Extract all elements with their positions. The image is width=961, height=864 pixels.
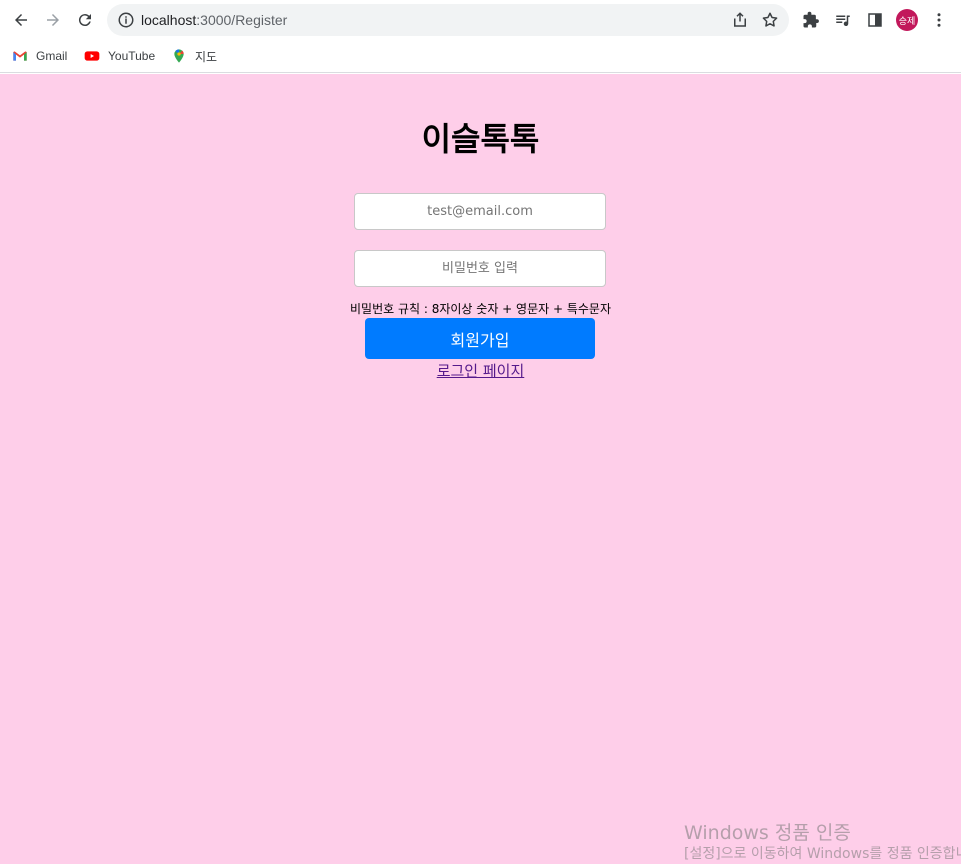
password-rule-text: 비밀번호 규칙 : 8자이상 숫자 + 영문자 + 특수문자 [349, 302, 612, 316]
puzzle-icon [803, 11, 819, 28]
browser-toolbar: localhost:3000/Register 승제 [0, 0, 961, 40]
bookmark-label: Gmail [36, 49, 68, 63]
page-title: 이슬톡톡 [421, 120, 540, 158]
info-icon[interactable] [117, 11, 135, 29]
more-vertical-icon [937, 13, 941, 27]
extensions-button[interactable] [800, 9, 822, 31]
maps-icon [174, 49, 184, 63]
bookmark-label: YouTube [108, 49, 156, 63]
side-panel-icon [868, 13, 882, 27]
menu-button[interactable] [928, 9, 950, 31]
arrow-left-icon [15, 14, 27, 26]
password-field[interactable] [354, 250, 606, 287]
login-link-wrapper: 로그인 페이지 [0, 360, 961, 381]
bookmark-star-icon[interactable] [761, 11, 779, 29]
arrow-right-icon [47, 14, 59, 26]
windows-activation-title: Windows 정품 인증 [684, 822, 851, 844]
address-bar[interactable]: localhost:3000/Register [107, 4, 789, 36]
login-page-link[interactable]: 로그인 페이지 [437, 362, 525, 380]
media-button[interactable] [832, 9, 854, 31]
url-host: localhost [141, 12, 197, 28]
bookmarks-bar: Gmail YouTube 지도 [0, 40, 961, 73]
forward-button[interactable] [41, 8, 65, 32]
bookmark-youtube[interactable]: YouTube [84, 46, 155, 66]
bookmark-gmail[interactable]: Gmail [12, 46, 67, 66]
register-page: 이슬톡톡 비밀번호 규칙 : 8자이상 숫자 + 영문자 + 특수문자 회원가입… [0, 74, 961, 864]
reload-button[interactable] [73, 8, 97, 32]
reload-icon [78, 14, 91, 27]
share-icon[interactable] [731, 11, 749, 29]
signup-button[interactable]: 회원가입 [365, 318, 595, 359]
url-text[interactable]: localhost:3000/Register [141, 12, 287, 28]
windows-activation-message: [설정]으로 이동하여 Windows를 정품 인증합니다. [684, 846, 961, 862]
playlist-icon [836, 15, 850, 27]
email-field[interactable] [354, 193, 606, 230]
url-path: :3000/Register [196, 12, 288, 28]
bookmark-label: 지도 [195, 49, 218, 64]
back-button[interactable] [9, 8, 33, 32]
youtube-icon [84, 51, 100, 61]
side-panel-button[interactable] [864, 9, 886, 31]
gmail-icon [13, 51, 27, 61]
bookmark-maps[interactable]: 지도 [171, 46, 217, 66]
profile-avatar[interactable]: 승제 [896, 9, 918, 31]
